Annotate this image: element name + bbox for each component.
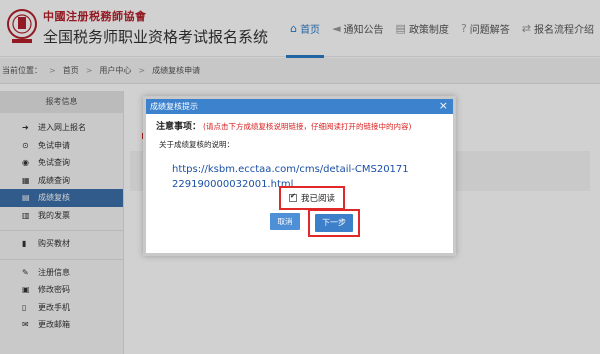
read-checkbox-label[interactable]: 我已阅读 bbox=[301, 192, 335, 204]
read-confirmation-highlight: 我已阅读 bbox=[279, 186, 345, 210]
next-button-highlight: 下一步 bbox=[308, 209, 360, 237]
notice-line: 注意事项： (请点击下方成绩复核说明链接，仔细阅读打开的链接中的内容) bbox=[156, 119, 443, 132]
about-review-label: 关于成绩复核的说明： bbox=[159, 140, 234, 149]
read-checkbox[interactable] bbox=[288, 192, 297, 202]
dialog-title: 成绩复核提示 bbox=[150, 102, 198, 111]
notice-label: 注意事项： bbox=[156, 122, 202, 132]
cancel-button[interactable]: 取消 bbox=[270, 213, 300, 230]
score-review-dialog: 成绩复核提示 × 注意事项： (请点击下方成绩复核说明链接，仔细阅读打开的链接中… bbox=[143, 96, 456, 256]
next-step-button[interactable]: 下一步 bbox=[315, 214, 353, 232]
close-icon[interactable]: × bbox=[439, 99, 448, 113]
notice-instruction: (请点击下方成绩复核说明链接，仔细阅读打开的链接中的内容) bbox=[203, 122, 412, 131]
dialog-body: 注意事项： (请点击下方成绩复核说明链接，仔细阅读打开的链接中的内容) 关于成绩… bbox=[146, 114, 453, 192]
dialog-title-bar: 成绩复核提示 × bbox=[146, 99, 453, 114]
